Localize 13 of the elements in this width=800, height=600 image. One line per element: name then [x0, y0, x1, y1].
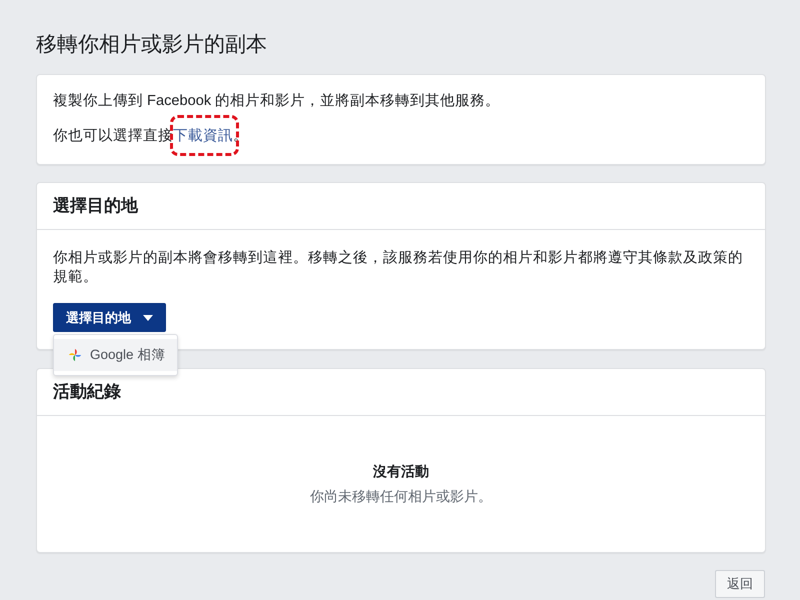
card-heading: 選擇目的地 [37, 183, 765, 230]
caret-icon [143, 314, 153, 320]
destination-description: 你相片或影片的副本將會移轉到這裡。移轉之後，該服務若使用你的相片和影片都將遵守其條款及政策的規範。 [53, 249, 744, 287]
intro-text: 複製你上傳到 Facebook 的相片和影片，並將副本移轉到其他服務。 [53, 92, 502, 110]
empty-state-title: 沒有活動 [372, 462, 430, 480]
choose-destination-dropdown[interactable]: 選擇目的地 [53, 303, 166, 332]
empty-state-text: 你尚未移轉任何相片或影片。 [309, 486, 493, 504]
menu-item[interactable]: Google 相簿 [54, 339, 178, 371]
page-title: 移轉你相片或影片的副本 [36, 32, 268, 58]
download-link[interactable]: 下載資訊 [173, 128, 233, 144]
pinwheel-icon [68, 348, 82, 362]
back-button[interactable]: 返回 [715, 570, 765, 598]
card-heading: 活動紀錄 [37, 369, 765, 416]
